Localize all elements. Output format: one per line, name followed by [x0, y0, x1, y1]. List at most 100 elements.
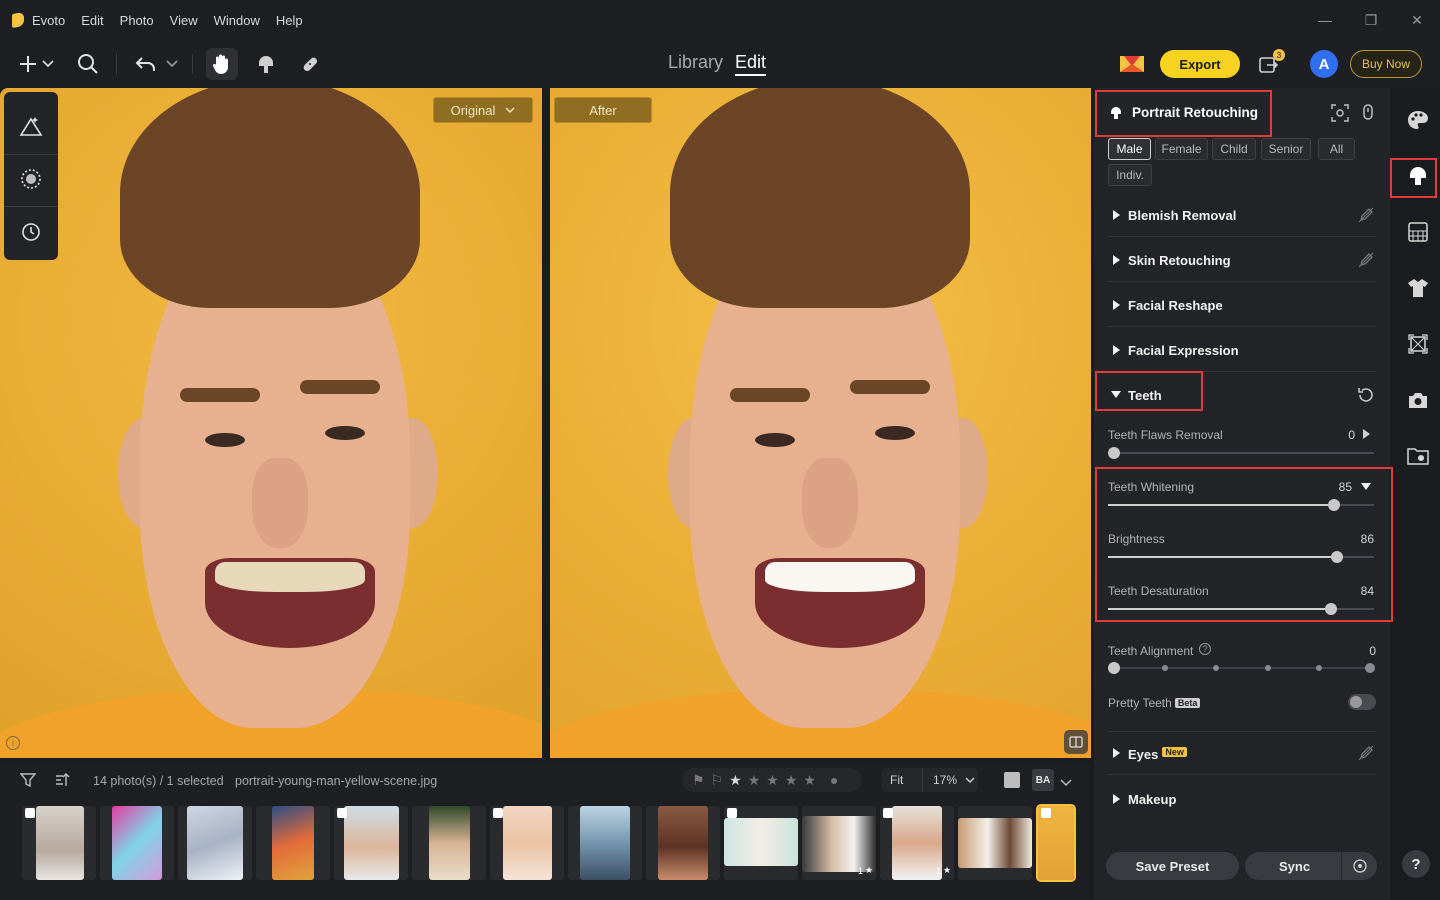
chip-individual[interactable]: Indiv. [1108, 164, 1152, 186]
teeth-whitening-slider[interactable] [1108, 499, 1374, 511]
history-icon[interactable] [15, 216, 47, 248]
star-icon[interactable]: ★ [729, 772, 742, 789]
pretty-teeth-toggle[interactable] [1348, 694, 1376, 710]
photo-teeth [765, 562, 915, 592]
reset-icon[interactable] [1357, 386, 1375, 409]
undo-icon[interactable] [130, 48, 162, 80]
teeth-desaturation-slider[interactable] [1108, 603, 1374, 615]
search-icon[interactable] [72, 48, 104, 80]
slider-knob[interactable] [1108, 447, 1120, 459]
restore-icon[interactable]: ❐ [1348, 0, 1394, 40]
chip-female[interactable]: Female [1155, 138, 1208, 160]
menu-help[interactable]: Help [276, 13, 303, 28]
after-photo[interactable] [550, 88, 1091, 758]
menu-view[interactable]: View [170, 13, 198, 28]
star-icon[interactable]: ★ [748, 772, 761, 789]
sync-settings-icon[interactable] [1352, 858, 1368, 877]
star-icon[interactable]: ★ [785, 772, 798, 789]
filter-icon[interactable] [19, 772, 37, 793]
thumbnail[interactable] [724, 818, 798, 866]
thumbnail[interactable] [344, 806, 399, 880]
hand-tool-icon[interactable] [206, 48, 238, 80]
bandage-tool-icon[interactable] [294, 48, 326, 80]
teeth-flaws-slider[interactable] [1108, 447, 1374, 459]
star-icon[interactable]: ★ [766, 772, 779, 789]
makeup-label[interactable]: Makeup [1128, 792, 1176, 807]
crop-icon[interactable] [1402, 328, 1434, 360]
avatar[interactable]: A [1310, 50, 1338, 78]
chevron-down-icon[interactable] [1060, 774, 1072, 792]
chip-all[interactable]: All [1318, 138, 1355, 160]
edit-disabled-icon[interactable] [1358, 207, 1374, 223]
thumbnail[interactable] [112, 806, 162, 880]
chip-child[interactable]: Child [1212, 138, 1256, 160]
slider-knob[interactable] [1330, 551, 1343, 563]
flag-icon[interactable]: ⚑ [692, 772, 705, 789]
teeth-alignment-slider[interactable] [1108, 662, 1375, 674]
buy-now-button[interactable]: Buy Now [1350, 50, 1422, 78]
thumbnail[interactable] [503, 806, 552, 880]
info-icon[interactable]: i [6, 736, 20, 750]
clothing-icon[interactable] [1402, 272, 1434, 304]
original-dropdown[interactable]: Original [433, 97, 533, 123]
teeth-desaturation-value: 84 [1360, 584, 1374, 598]
chip-male[interactable]: Male [1108, 138, 1151, 160]
menu-edit[interactable]: Edit [81, 13, 103, 28]
collapse-arrow-icon[interactable] [1361, 483, 1371, 490]
promo-gift-icon[interactable] [1118, 52, 1146, 76]
zoom-level[interactable]: 17% [923, 773, 957, 787]
slider-knob[interactable] [1108, 662, 1120, 674]
palette-icon[interactable] [1402, 104, 1434, 136]
sync-button[interactable]: Sync [1245, 852, 1377, 880]
chevron-down-icon[interactable] [38, 48, 58, 80]
ai-adjust-icon[interactable] [15, 110, 47, 142]
minimize-icon[interactable]: — [1302, 0, 1348, 40]
mask-select-icon[interactable] [15, 163, 47, 195]
folder-preview-icon[interactable] [1402, 440, 1434, 472]
single-view-icon[interactable] [1004, 772, 1020, 788]
help-circle-icon[interactable]: ? [1199, 643, 1211, 655]
save-preset-button[interactable]: Save Preset [1106, 852, 1239, 880]
close-icon[interactable]: ✕ [1394, 0, 1440, 40]
color-label-icon[interactable]: ● [830, 772, 838, 788]
background-icon[interactable] [1402, 216, 1434, 248]
thumbnail[interactable] [36, 806, 84, 880]
menu-window[interactable]: Window [214, 13, 260, 28]
star-icon[interactable]: ★ [803, 772, 816, 789]
before-after-view-icon[interactable]: BA [1032, 769, 1054, 791]
expand-arrow-icon[interactable] [1363, 429, 1370, 439]
fit-label[interactable]: Fit [882, 773, 922, 787]
edit-disabled-icon[interactable] [1358, 745, 1374, 761]
thumbnail[interactable] [892, 806, 942, 880]
edited-icon [883, 808, 893, 818]
face-detect-icon[interactable] [1331, 104, 1349, 127]
brightness-slider[interactable] [1108, 551, 1374, 563]
camera-icon[interactable] [1402, 384, 1434, 416]
zoom-control[interactable]: Fit 17% [882, 768, 978, 792]
chip-senior[interactable]: Senior [1261, 138, 1311, 160]
sort-icon[interactable] [54, 772, 70, 793]
thumbnail[interactable] [429, 806, 470, 880]
menu-photo[interactable]: Photo [120, 13, 154, 28]
edit-disabled-icon[interactable] [1358, 252, 1374, 268]
slider-step-dot [1162, 665, 1168, 671]
reject-flag-icon[interactable]: ⚐ [711, 772, 724, 789]
compare-view-icon[interactable] [1064, 730, 1088, 754]
reset-all-icon[interactable] [1360, 103, 1376, 126]
help-button[interactable]: ? [1402, 850, 1430, 878]
edit-tab[interactable]: Edit [735, 52, 767, 76]
slider-step-dot [1213, 665, 1219, 671]
thumbnail[interactable] [658, 806, 708, 880]
slider-knob[interactable] [1328, 499, 1341, 511]
thumbnail[interactable] [580, 806, 630, 880]
thumbnail[interactable] [958, 818, 1032, 868]
split-divider[interactable] [542, 88, 550, 758]
library-tab[interactable]: Library [668, 52, 723, 76]
undo-history-chevron-icon[interactable] [162, 48, 182, 80]
original-photo[interactable] [0, 88, 542, 758]
export-button[interactable]: Export [1160, 50, 1240, 78]
thumbnail[interactable] [272, 806, 314, 880]
thumbnail[interactable] [187, 806, 243, 880]
brush-tool-icon[interactable] [250, 48, 282, 80]
thumbnail[interactable] [802, 816, 876, 872]
